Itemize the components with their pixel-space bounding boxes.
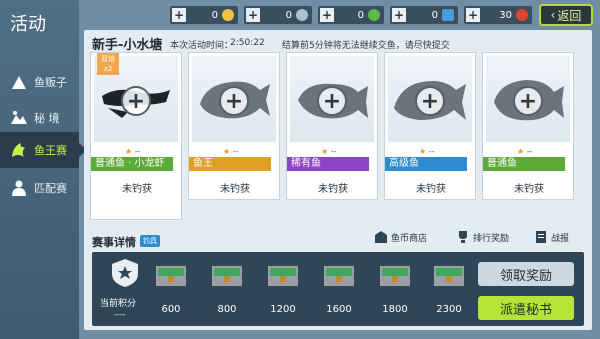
milestone-panel: 当前积分 ---- 600 800 1200 1600 1800 2300 领取…	[92, 252, 584, 326]
report-icon	[536, 231, 546, 243]
fish-type-label: 鱼王	[189, 157, 271, 171]
silver-coin-icon	[296, 9, 308, 21]
currency-value: 30	[499, 9, 512, 21]
activity-time-label: 本次活动时间：	[170, 41, 234, 51]
mountain-icon	[8, 107, 30, 129]
catch-status: 未钓获	[122, 184, 152, 195]
rating: ★ --	[321, 147, 337, 156]
reward-chest-icon[interactable]	[432, 260, 466, 290]
sidebar-item-fish-king[interactable]: 鱼王赛	[0, 132, 87, 168]
details-title: 赛事详情	[92, 236, 136, 249]
catch-status: 未钓获	[514, 184, 544, 195]
shop-icon	[375, 231, 387, 243]
add-fish-button[interactable]: +	[513, 86, 543, 116]
fish-slot-card[interactable]: + ★ -- 高级鱼 未钓获	[384, 52, 476, 200]
add-silver-button[interactable]: +	[246, 8, 260, 22]
reward-chest-icon[interactable]	[322, 260, 356, 290]
currency-gem: + 0	[318, 6, 384, 24]
app-title: 活动	[10, 14, 46, 35]
double-badge: 双倍 x2	[97, 53, 119, 75]
dispatch-secretary-button[interactable]: 派遣秘书	[478, 296, 574, 320]
fish-king-icon	[8, 139, 30, 161]
add-fish-button[interactable]: +	[415, 86, 445, 116]
add-ticket-button[interactable]: +	[392, 8, 406, 22]
currency-value: 0	[357, 9, 364, 21]
battle-report-link[interactable]: 战报	[534, 230, 569, 244]
ticket-icon	[442, 9, 454, 21]
fish-tag: 钓具	[140, 235, 160, 247]
chevron-left-icon: ‹	[550, 8, 556, 22]
add-stamina-button[interactable]: +	[466, 8, 480, 22]
heart-icon	[516, 9, 528, 21]
fish-slot-card[interactable]: + 双倍 x2 ★ -- 普通鱼 · 小龙虾 未钓获	[90, 52, 182, 220]
fish-slot-card[interactable]: + ★ -- 普通鱼 未钓获	[482, 52, 574, 200]
card-image: +	[388, 56, 472, 142]
fish-type-label: 普通鱼 · 小龙虾	[91, 157, 173, 171]
catch-status: 未钓获	[220, 184, 250, 195]
add-gold-button[interactable]: +	[172, 8, 186, 22]
milestone-value: 1800	[382, 304, 408, 315]
main-panel: 新手-小水塘 本次活动时间： 2:50:22 结算前5分钟将无法继续交鱼，请尽快…	[84, 30, 592, 330]
fish-coin-shop-link[interactable]: 鱼币商店	[374, 230, 427, 244]
rank-reward-link[interactable]: 排行奖励	[456, 230, 509, 244]
sidebar: 活动 鱼贩子 秘 境 鱼王赛 匹配赛	[0, 0, 87, 339]
back-label: 返回	[557, 8, 582, 23]
sidebar-item-match[interactable]: 匹配赛	[0, 170, 79, 206]
catch-status: 未钓获	[416, 184, 446, 195]
trophy-icon	[459, 231, 467, 243]
lake-name: 新手-小水塘	[92, 38, 163, 53]
fish-slot-card[interactable]: + ★ -- 稀有鱼 未钓获	[286, 52, 378, 200]
milestone-value: 2300	[436, 304, 462, 315]
sidebar-item-label: 鱼王赛	[34, 144, 67, 157]
rating: ★ --	[223, 147, 239, 156]
person-icon	[8, 177, 30, 199]
fish-dealer-icon	[8, 71, 30, 93]
currency-gold: + 0	[170, 6, 238, 24]
shield-star-icon	[112, 259, 138, 287]
currency-ticket: + 0	[390, 6, 458, 24]
sidebar-item-label: 鱼贩子	[34, 76, 67, 89]
milestone-value: 1200	[270, 304, 296, 315]
rating: ★ --	[419, 147, 435, 156]
claim-reward-button[interactable]: 领取奖励	[478, 262, 574, 286]
add-fish-button[interactable]: +	[219, 86, 249, 116]
currency-value: 0	[285, 9, 292, 21]
rating: ★ --	[125, 147, 141, 156]
score-label: 当前积分	[100, 299, 137, 309]
currency-silver: + 0	[244, 6, 312, 24]
card-image: +	[290, 56, 374, 142]
reward-chest-icon[interactable]	[378, 260, 412, 290]
gold-coin-icon	[222, 9, 234, 21]
milestone-value: 800	[217, 304, 237, 315]
card-image: +	[486, 56, 570, 142]
rating: ★ --	[517, 147, 533, 156]
milestone-value: 600	[161, 304, 181, 315]
catch-status: 未钓获	[318, 184, 348, 195]
milestone-value: 1600	[326, 304, 352, 315]
fish-type-label: 稀有鱼	[287, 157, 369, 171]
sidebar-item-label: 秘 境	[34, 112, 60, 125]
card-image: +	[192, 56, 276, 142]
fish-type-label: 高级鱼	[385, 157, 467, 171]
reward-chest-icon[interactable]	[210, 260, 244, 290]
add-fish-button[interactable]: +	[121, 86, 151, 116]
sidebar-item-fish-dealer[interactable]: 鱼贩子	[0, 64, 79, 100]
sidebar-item-label: 匹配赛	[34, 182, 67, 195]
fish-type-label: 普通鱼	[483, 157, 565, 171]
currency-value: 0	[211, 9, 218, 21]
reward-chest-icon[interactable]	[266, 260, 300, 290]
settle-note: 结算前5分钟将无法继续交鱼，请尽快提交	[282, 41, 450, 51]
activity-time: 2:50:22	[230, 38, 265, 48]
currency-stamina: + 30	[464, 6, 532, 24]
add-fish-button[interactable]: +	[317, 86, 347, 116]
sidebar-item-secret-realm[interactable]: 秘 境	[0, 100, 79, 136]
score-value: ----	[114, 310, 126, 319]
gem-icon	[368, 9, 380, 21]
back-button[interactable]: ‹ 返回	[539, 4, 593, 26]
currency-value: 0	[431, 9, 438, 21]
reward-chest-icon[interactable]	[154, 260, 188, 290]
add-gem-button[interactable]: +	[320, 8, 334, 22]
fish-slot-card[interactable]: + ★ -- 鱼王 未钓获	[188, 52, 280, 200]
